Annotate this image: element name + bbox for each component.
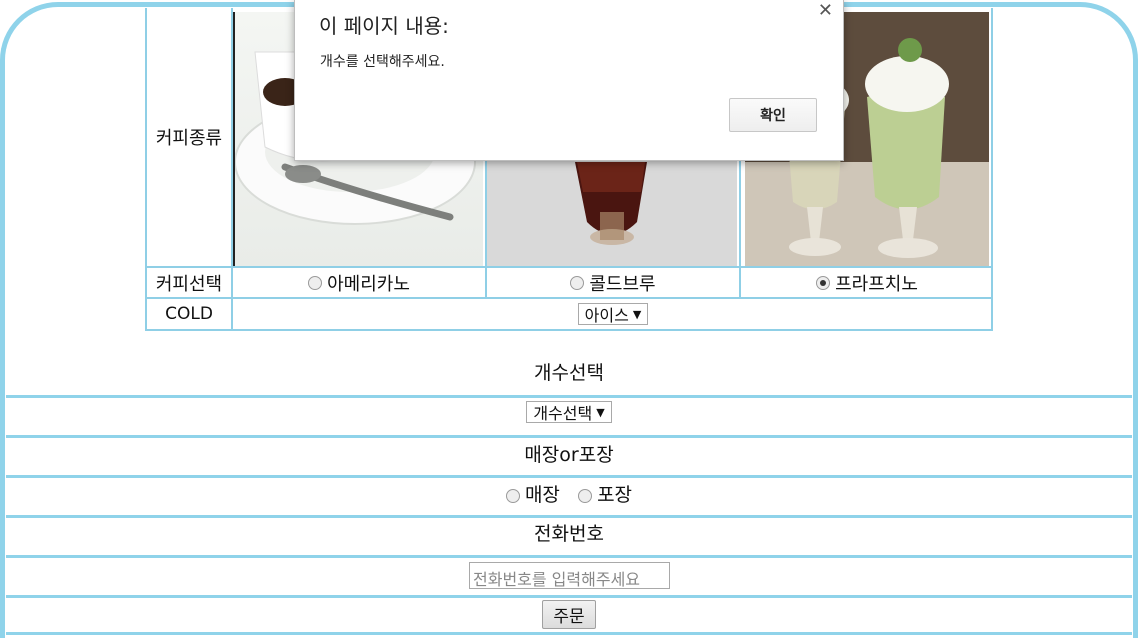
- quantity-heading: 개수선택: [534, 362, 604, 384]
- divider: [6, 395, 1132, 398]
- option-takeout[interactable]: 포장: [578, 484, 632, 506]
- coldbrew-radio[interactable]: [570, 275, 585, 290]
- option-coldbrew[interactable]: 콜드브루: [487, 268, 739, 297]
- divider: [6, 595, 1132, 598]
- americano-radio[interactable]: [308, 275, 323, 290]
- coldbrew-label: 콜드브루: [589, 273, 656, 295]
- coffee-select-row: 커피선택 아메리카노 콜드브루 프라프치노: [147, 268, 993, 299]
- divider: [6, 632, 1132, 635]
- dialog-message: 개수를 선택해주세요.: [320, 54, 445, 70]
- alert-dialog: 이 페이지 내용: ✕ 개수를 선택해주세요. 확인: [294, 0, 844, 161]
- dine-in-label: 매장: [524, 484, 560, 506]
- temperature-row: COLD 아이스 ▼: [147, 299, 993, 331]
- divider: [6, 475, 1132, 478]
- order-button[interactable]: 주문: [542, 600, 596, 629]
- ok-button[interactable]: 확인: [729, 98, 817, 132]
- dine-in-radio[interactable]: [505, 488, 520, 503]
- dialog-title: 이 페이지 내용:: [319, 14, 449, 38]
- quantity-select[interactable]: 개수선택 ▼: [526, 401, 612, 423]
- americano-label: 아메리카노: [327, 273, 410, 295]
- option-frappuccino[interactable]: 프라프치노: [741, 268, 993, 297]
- divider: [6, 435, 1132, 438]
- takeout-label: 포장: [597, 484, 633, 506]
- chevron-down-icon: ▼: [596, 405, 605, 419]
- close-icon[interactable]: ✕: [818, 0, 833, 21]
- chevron-down-icon: ▼: [632, 307, 642, 321]
- coffee-select-label: 커피선택: [155, 273, 223, 295]
- takeout-radio[interactable]: [578, 488, 593, 503]
- place-heading: 매장or포장: [524, 444, 614, 466]
- place-row: 매장 포장: [6, 480, 1132, 507]
- frappuccino-label: 프라프치노: [835, 273, 918, 295]
- temperature-value: 아이스: [584, 306, 629, 325]
- option-dine-in[interactable]: 매장: [505, 484, 566, 506]
- quantity-row: 개수선택 ▼: [6, 401, 1132, 424]
- phone-heading: 전화번호: [534, 523, 604, 545]
- option-americano[interactable]: 아메리카노: [233, 268, 485, 297]
- phone-input[interactable]: 전화번호를 입력해주세요: [469, 562, 670, 589]
- frappuccino-radio[interactable]: [816, 275, 831, 290]
- divider: [6, 555, 1132, 558]
- cold-label: COLD: [165, 304, 213, 324]
- divider: [6, 515, 1132, 518]
- quantity-value: 개수선택: [533, 404, 593, 423]
- coffee-type-label: 커피종류: [155, 128, 223, 149]
- temperature-select[interactable]: 아이스 ▼: [577, 303, 649, 325]
